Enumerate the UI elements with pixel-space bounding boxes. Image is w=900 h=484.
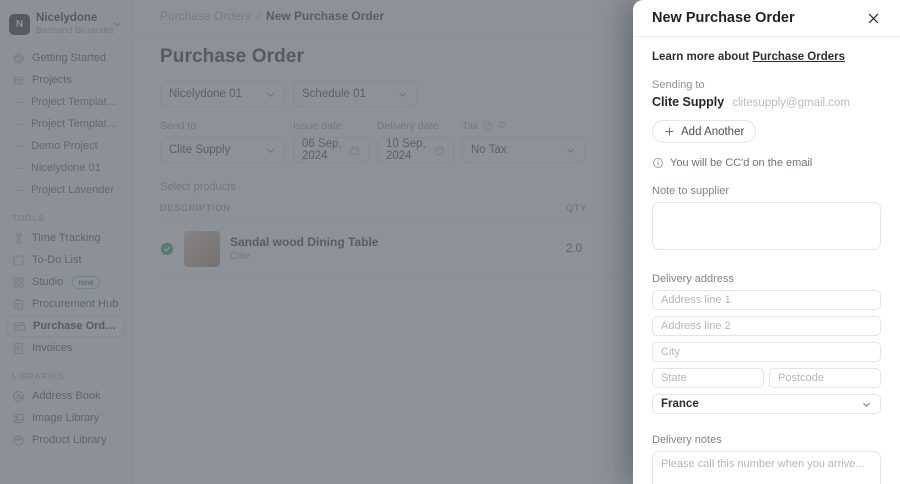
recipient-email: clitesupply@gmail.com <box>732 97 851 109</box>
country-select[interactable]: France <box>652 394 881 414</box>
recipient-name: Clite Supply <box>652 95 725 109</box>
cc-note-text: You will be CC'd on the email <box>670 157 813 169</box>
delivery-notes-textarea[interactable] <box>652 451 881 484</box>
modal-body: Learn more about Purchase Orders Sending… <box>633 37 900 484</box>
delivery-notes-label: Delivery notes <box>652 434 722 446</box>
modal-title: New Purchase Order <box>652 10 795 26</box>
note-to-supplier-textarea[interactable] <box>652 202 881 250</box>
country-value: France <box>661 398 699 410</box>
sending-to-label: Sending to <box>652 79 705 91</box>
add-another-button[interactable]: Add Another <box>652 120 757 143</box>
info-circle-icon <box>652 157 664 169</box>
delivery-address-label: Delivery address <box>652 273 734 285</box>
learn-more-text: Learn more about <box>652 51 753 63</box>
cc-note: You will be CC'd on the email <box>652 157 881 169</box>
city-input[interactable] <box>652 342 881 362</box>
plus-icon <box>664 126 675 137</box>
new-purchase-order-modal: New Purchase Order Learn more about Purc… <box>633 0 900 484</box>
state-input[interactable] <box>652 368 764 388</box>
close-icon[interactable] <box>865 10 881 26</box>
address-line2-input[interactable] <box>652 316 881 336</box>
chevron-down-icon <box>861 399 872 410</box>
modal-header: New Purchase Order <box>633 0 900 37</box>
postcode-input[interactable] <box>769 368 881 388</box>
app-window: N Nicelydone Bertrand Bruandet Getting S… <box>0 0 900 484</box>
address-line1-input[interactable] <box>652 290 881 310</box>
purchase-orders-link[interactable]: Purchase Orders <box>752 51 845 63</box>
note-to-supplier-label: Note to supplier <box>652 185 730 197</box>
learn-more-line: Learn more about Purchase Orders <box>652 51 881 63</box>
recipient-row: Clite Supply clitesupply@gmail.com <box>652 95 881 109</box>
